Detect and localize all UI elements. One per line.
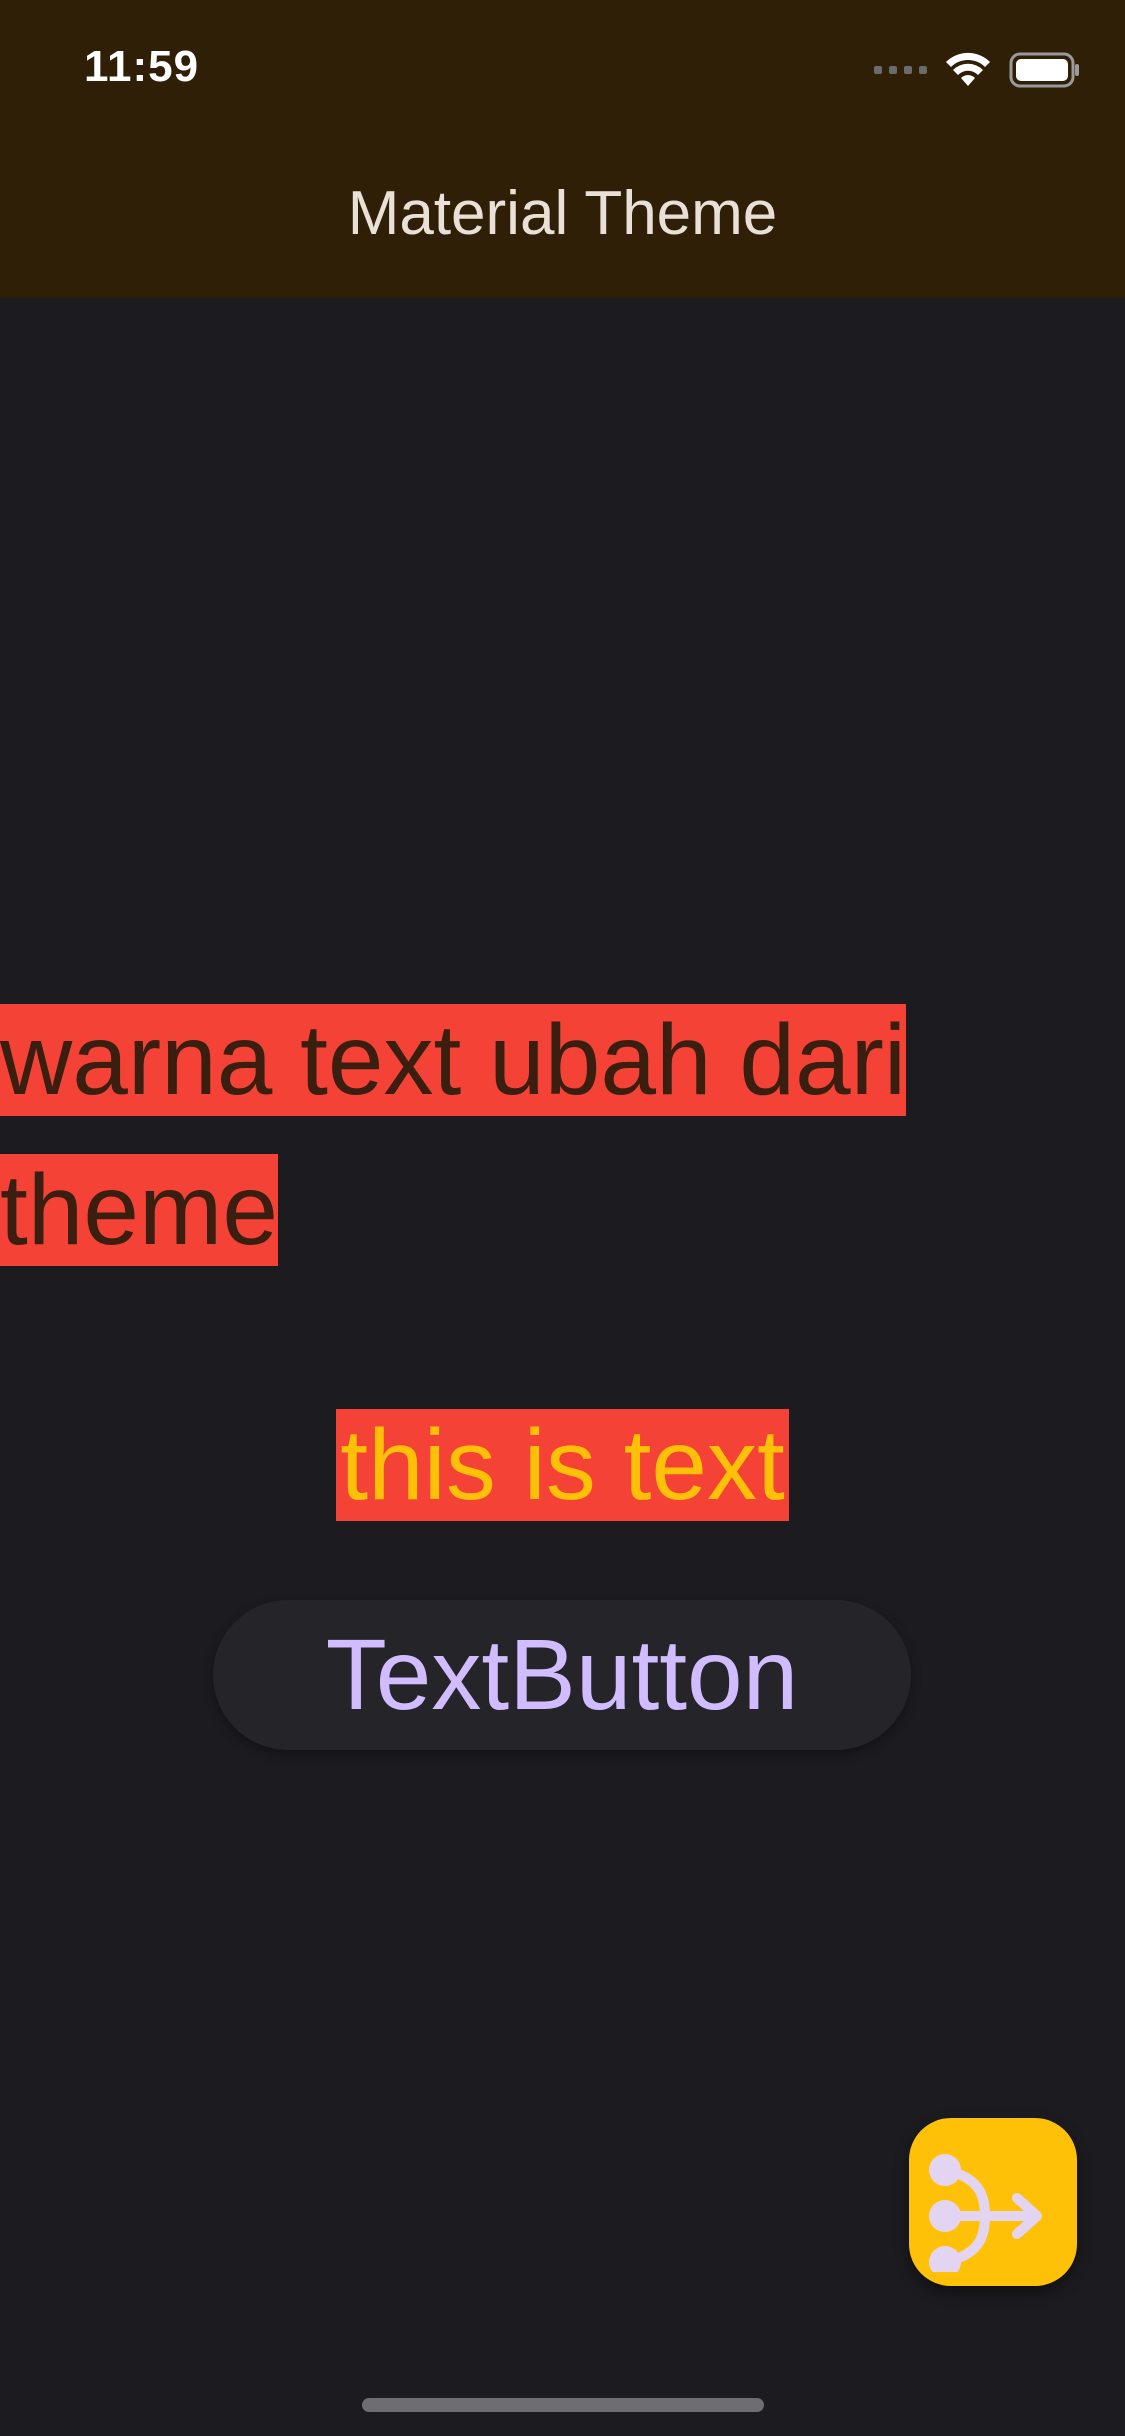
status-icons [874,48,1081,92]
home-indicator[interactable] [362,2398,764,2412]
cellular-signal-icon [874,66,927,74]
status-time: 11:59 [84,42,200,91]
text-button[interactable]: TextButton [213,1600,911,1750]
fab-button[interactable] [909,2118,1077,2286]
theme-text-secondary-label: this is text [336,1409,789,1521]
theme-text-secondary: this is text [0,1390,1125,1540]
screen: 11:59 Material Theme warna text ubah dar… [0,0,1125,2436]
call-split-icon [929,2154,1042,2272]
theme-text-primary: warna text ubah dari theme [0,985,1040,1285]
theme-text-primary-label: warna text ubah dari theme [0,1004,907,1266]
app-bar-title: Material Theme [347,179,778,248]
app-bar: 11:59 Material Theme [0,0,1125,298]
wifi-icon [946,52,990,86]
battery-icon [1009,52,1079,88]
